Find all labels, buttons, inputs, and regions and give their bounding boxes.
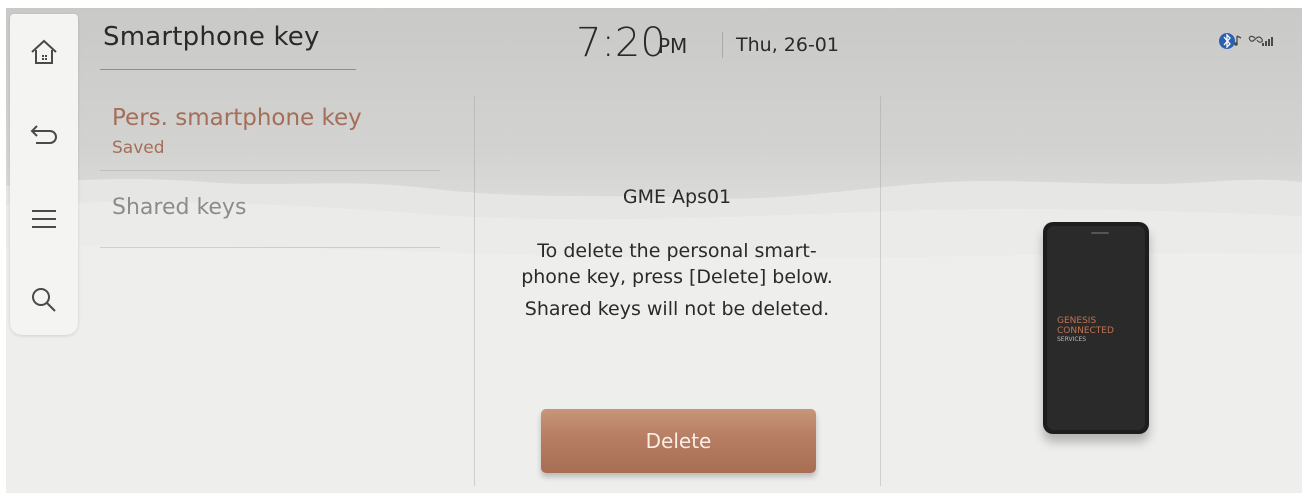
- brand-line: SERVICES: [1057, 336, 1087, 343]
- home-icon: [31, 39, 57, 64]
- phone-screen: GENESIS CONNECTED SERVICES: [1047, 226, 1145, 430]
- message-line: To delete the personal smart-: [537, 240, 817, 262]
- status-bar: [1218, 30, 1298, 54]
- clock-date: Thu, 26-01: [736, 34, 839, 56]
- clock-time: 7:20: [576, 20, 666, 66]
- device-name: GME Aps01: [622, 186, 732, 208]
- menu-button[interactable]: [10, 189, 78, 249]
- list-item-label: Shared keys: [112, 195, 247, 220]
- title-underline: [100, 69, 356, 70]
- message-line: phone key, press [Delete] below.: [521, 266, 833, 288]
- home-button[interactable]: [10, 22, 78, 82]
- date-divider: [722, 32, 723, 58]
- clock-ampm: PM: [658, 34, 688, 58]
- connected-signal-icon: [1248, 35, 1273, 46]
- page-title: Smartphone key: [103, 22, 320, 52]
- list-item-status: Saved: [112, 138, 165, 158]
- phone-brand-logo: GENESIS CONNECTED SERVICES: [1057, 316, 1114, 344]
- bluetooth-audio-icon: [1219, 33, 1242, 49]
- brand-line: GENESIS: [1057, 316, 1097, 326]
- back-button[interactable]: [10, 104, 78, 164]
- screen: Smartphone key 7:20 PM Thu, 26-01 Pers. …: [6, 8, 1302, 493]
- menu-icon: [32, 210, 56, 228]
- list-item-personal-key[interactable]: Pers. smartphone key Saved: [100, 96, 440, 171]
- message-line: Shared keys will not be deleted.: [524, 298, 830, 320]
- list-item-shared-keys[interactable]: Shared keys: [100, 171, 440, 248]
- brand-line: CONNECTED: [1057, 326, 1114, 336]
- delete-button[interactable]: Delete: [541, 409, 816, 473]
- left-rail: [10, 14, 78, 335]
- phone-speaker: [1091, 232, 1109, 234]
- delete-instructions: To delete the personal smart- phone key,…: [474, 238, 880, 322]
- search-icon: [32, 288, 56, 312]
- list-item-label: Pers. smartphone key: [112, 105, 362, 131]
- back-icon: [30, 125, 57, 144]
- search-button[interactable]: [10, 270, 78, 330]
- column-divider: [880, 96, 881, 486]
- phone-illustration: GENESIS CONNECTED SERVICES: [1043, 222, 1149, 434]
